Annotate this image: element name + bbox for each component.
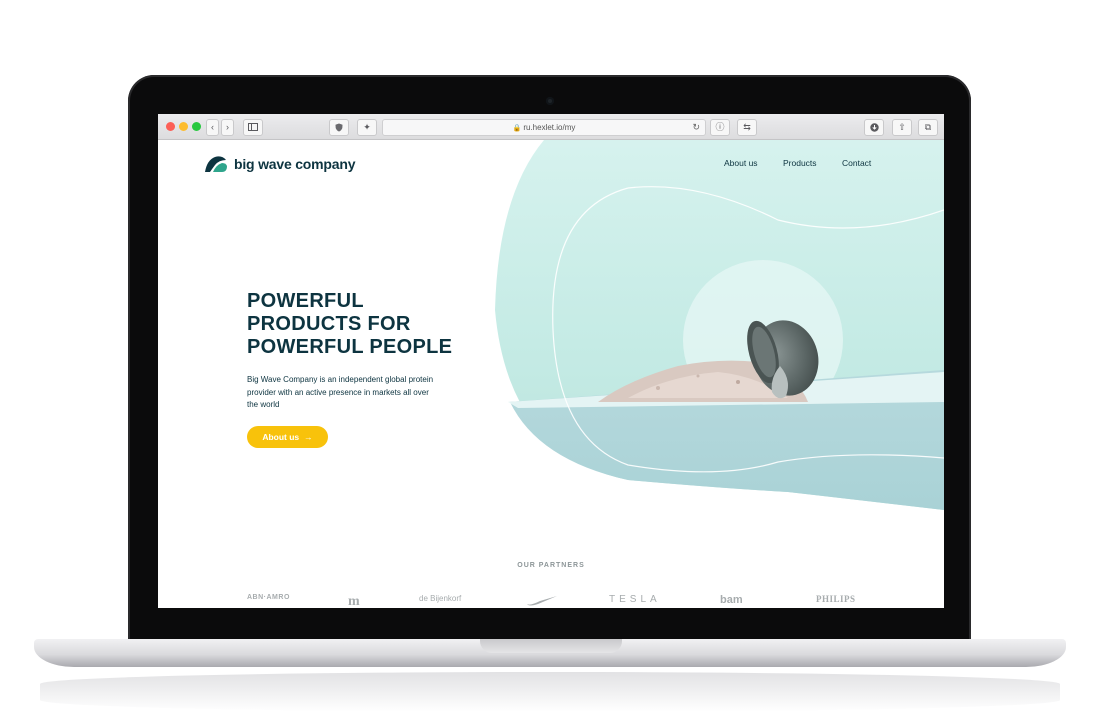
partner-logo-nike bbox=[527, 596, 557, 606]
web-page: big wave company About us Products Conta… bbox=[158, 140, 944, 608]
hero-title: POWERFUL PRODUCTS FOR POWERFUL PEOPLE bbox=[247, 290, 487, 359]
partner-logo-debijenkorf: de Bijenkorf bbox=[419, 594, 462, 603]
forward-button[interactable]: › bbox=[221, 119, 234, 136]
nav-contact[interactable]: Contact bbox=[842, 158, 871, 168]
url-text: ru.hexlet.io/my bbox=[523, 123, 576, 132]
share-icon: ⇧ bbox=[898, 122, 906, 132]
partners-heading: OUR PARTNERS bbox=[517, 562, 585, 569]
chevron-right-icon: › bbox=[226, 122, 229, 132]
download-button[interactable] bbox=[864, 119, 884, 136]
translate-icon: ⇆ bbox=[743, 122, 751, 132]
partner-logo-tesla: TESLA bbox=[609, 594, 661, 605]
minimize-window-button[interactable] bbox=[179, 122, 188, 131]
laptop-notch bbox=[480, 639, 622, 653]
partner-logo-m: m bbox=[348, 594, 360, 608]
hero-title-line-2: PRODUCTS FOR bbox=[247, 313, 411, 335]
site-logo[interactable]: big wave company bbox=[204, 154, 355, 174]
extension-icon: ✦ bbox=[363, 122, 371, 132]
about-us-button[interactable]: About us → bbox=[247, 426, 328, 448]
chevron-left-icon: ‹ bbox=[211, 122, 214, 132]
share-button[interactable]: ⇧ bbox=[892, 119, 912, 136]
laptop-reflection bbox=[40, 672, 1060, 712]
partner-logo-abn-amro: ABN·AMRO bbox=[247, 594, 290, 601]
nav-about-us[interactable]: About us bbox=[724, 158, 758, 168]
hero-description: Big Wave Company is an independent globa… bbox=[247, 375, 434, 409]
back-button[interactable]: ‹ bbox=[206, 119, 219, 136]
lock-icon: 🔒 bbox=[512, 125, 522, 132]
laptop-screen: ‹ › ✦ 🔒 ru.hexlet.io/my ↻ ⓘ ⇆ ⇧ ⧉ big wa… bbox=[158, 114, 944, 608]
arrow-right-icon: → bbox=[304, 432, 313, 442]
shield-button[interactable] bbox=[329, 119, 349, 136]
tabs-icon: ⧉ bbox=[924, 122, 932, 132]
sidebar-button[interactable] bbox=[243, 119, 263, 136]
partner-logo-philips: PHILIPS bbox=[816, 594, 856, 604]
reload-icon[interactable]: ↻ bbox=[692, 120, 700, 135]
webcam bbox=[546, 97, 554, 105]
address-bar[interactable]: 🔒 ru.hexlet.io/my ↻ bbox=[382, 119, 706, 136]
shield-icon bbox=[335, 123, 343, 132]
browser-toolbar: ‹ › ✦ 🔒 ru.hexlet.io/my ↻ ⓘ ⇆ ⇧ ⧉ bbox=[158, 114, 944, 140]
hero-title-line-3: POWERFUL PEOPLE bbox=[247, 336, 453, 358]
info-icon: ⓘ bbox=[715, 122, 725, 132]
info-button[interactable]: ⓘ bbox=[710, 119, 730, 136]
cta-label: About us bbox=[262, 432, 300, 442]
extension-button[interactable]: ✦ bbox=[357, 119, 377, 136]
download-icon bbox=[869, 123, 879, 132]
wave-logo-icon bbox=[205, 156, 227, 172]
logo-text: big wave company bbox=[234, 156, 356, 172]
close-window-button[interactable] bbox=[166, 122, 175, 131]
nav-products[interactable]: Products bbox=[783, 158, 817, 168]
translate-button[interactable]: ⇆ bbox=[737, 119, 757, 136]
partner-logo-bam: bam bbox=[720, 594, 743, 606]
zoom-window-button[interactable] bbox=[192, 122, 201, 131]
sidebar-icon bbox=[248, 123, 258, 131]
tabs-button[interactable]: ⧉ bbox=[918, 119, 938, 136]
hero-title-line-1: POWERFUL bbox=[247, 290, 364, 312]
